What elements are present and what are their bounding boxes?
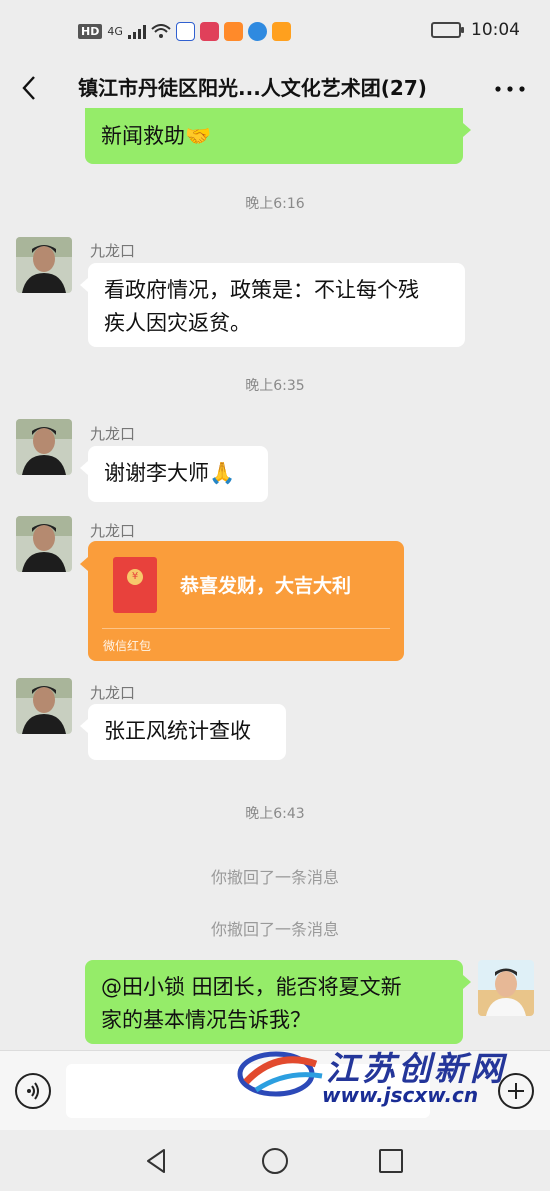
book-app-icon xyxy=(199,22,219,41)
message-line: @田小锁 田团长，能否将夏文新 xyxy=(101,975,402,999)
baidu-app-icon xyxy=(175,22,195,41)
chat-title: 镇江市丹徒区阳光...人文化艺术团(27) xyxy=(78,76,427,100)
sender-name: 九龙口 xyxy=(90,425,136,443)
avatar[interactable] xyxy=(16,678,72,734)
my-message-bubble[interactable]: 新闻救助🤝 xyxy=(85,108,471,164)
timestamp: 晚上6:43 xyxy=(245,806,305,822)
nav-back-icon[interactable] xyxy=(142,1146,172,1176)
message-text: 新闻救助🤝 xyxy=(101,124,212,148)
avatar[interactable] xyxy=(16,419,72,475)
browser-app-icon xyxy=(247,22,267,41)
divider xyxy=(102,628,390,629)
message-bubble[interactable]: 张正风统计查收 xyxy=(80,704,286,760)
nav-home-icon[interactable] xyxy=(260,1146,290,1176)
red-packet-label: 微信红包 xyxy=(103,639,152,653)
message-line: 看政府情况，政策是：不让每个残 xyxy=(104,278,419,302)
avatar[interactable] xyxy=(16,237,72,293)
message-text: 谢谢李大师🙏 xyxy=(104,461,236,485)
avatar-photo xyxy=(16,678,72,734)
message-line: 家的基本情况告诉我？ xyxy=(101,1008,311,1032)
signal-bars-icon xyxy=(127,24,146,39)
video-app-icon xyxy=(223,22,243,41)
voice-icon xyxy=(27,1082,39,1100)
more-options-icon[interactable] xyxy=(490,74,530,104)
status-bar: HD 4G 10:04 xyxy=(0,0,550,62)
avatar-photo xyxy=(16,516,72,572)
recall-notice: 你撤回了一条消息 xyxy=(210,920,339,939)
my-avatar-photo xyxy=(478,960,534,1016)
sender-name: 九龙口 xyxy=(90,522,136,540)
voice-input-button[interactable] xyxy=(15,1073,51,1109)
red-envelope-icon: ¥ xyxy=(113,557,157,613)
recall-notice: 你撤回了一条消息 xyxy=(210,868,339,887)
back-arrow-icon[interactable] xyxy=(14,71,48,105)
my-message-bubble[interactable]: @田小锁 田团长，能否将夏文新 家的基本情况告诉我？ xyxy=(85,960,471,1044)
red-packet-title: 恭喜发财，大吉大利 xyxy=(180,575,352,597)
watermark-url: www.jscxw.cn xyxy=(322,1083,479,1107)
system-nav-bar xyxy=(0,1130,550,1191)
nav-recents-icon[interactable] xyxy=(376,1146,406,1176)
sender-name: 九龙口 xyxy=(90,684,136,702)
clock: 10:04 xyxy=(471,20,520,40)
message-bubble[interactable]: 谢谢李大师🙏 xyxy=(80,446,268,502)
battery-icon xyxy=(431,22,464,38)
watermark-logo xyxy=(237,1051,323,1097)
red-packet-card[interactable]: ¥ 恭喜发财，大吉大利 微信红包 xyxy=(80,541,404,661)
avatar-photo xyxy=(16,237,72,293)
status-left: HD 4G xyxy=(78,22,291,41)
hd-badge: HD xyxy=(78,24,103,39)
status-right: 10:04 xyxy=(431,20,520,40)
message-bubble[interactable]: 看政府情况，政策是：不让每个残 疾人因灾返贫。 xyxy=(80,263,465,347)
timestamp: 晚上6:16 xyxy=(245,196,305,212)
taobao-app-icon xyxy=(271,22,291,41)
my-avatar[interactable] xyxy=(478,960,534,1016)
message-line: 疾人因灾返贫。 xyxy=(104,311,251,335)
timestamp: 晚上6:35 xyxy=(245,378,305,394)
signal-label: 4G xyxy=(107,25,123,38)
message-text: 张正风统计查收 xyxy=(104,719,251,743)
avatar[interactable] xyxy=(16,516,72,572)
sender-name: 九龙口 xyxy=(90,242,136,260)
wifi-icon xyxy=(151,24,171,38)
avatar-photo xyxy=(16,419,72,475)
